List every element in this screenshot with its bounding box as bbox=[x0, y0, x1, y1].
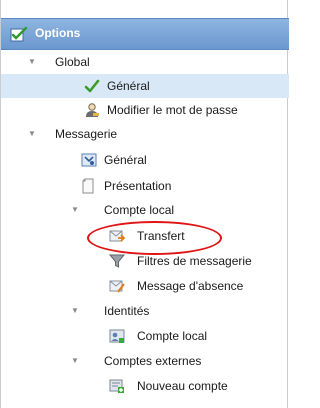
funnel-icon bbox=[109, 254, 125, 268]
tree-label-global: Global bbox=[55, 55, 90, 69]
tree-item-identite-compte-local[interactable]: Compte local bbox=[1, 324, 289, 348]
new-account-icon bbox=[109, 379, 124, 393]
tree-node-messagerie[interactable]: ▼ Messagerie bbox=[1, 122, 289, 146]
options-panel: Options ▼ Global Général Modifier le mot… bbox=[0, 0, 289, 408]
tree-label-presentation: Présentation bbox=[104, 179, 172, 193]
green-check-icon bbox=[84, 79, 100, 93]
expand-toggle-icon[interactable]: ▼ bbox=[70, 198, 80, 222]
user-key-icon bbox=[86, 103, 99, 117]
mail-absence-icon bbox=[109, 280, 125, 293]
tree-node-compte-local[interactable]: ▼ Compte local bbox=[1, 198, 289, 222]
tree-label-identite-compte-local: Compte local bbox=[137, 329, 208, 343]
expand-toggle-icon[interactable]: ▼ bbox=[27, 122, 37, 146]
tree-label-transfert: Transfert bbox=[137, 229, 185, 243]
tree-item-messagerie-general[interactable]: Général bbox=[1, 148, 289, 172]
tree-node-global[interactable]: ▼ Global bbox=[1, 50, 289, 74]
tree-item-absence[interactable]: Message d'absence bbox=[1, 274, 289, 298]
tree-label-filtres: Filtres de messagerie bbox=[137, 254, 252, 268]
tree-item-transfert[interactable]: Transfert bbox=[1, 224, 289, 248]
tree-label-absence: Message d'absence bbox=[137, 279, 244, 293]
tree-node-comptes-externes[interactable]: ▼ Comptes externes bbox=[1, 349, 289, 373]
tree-label-messagerie-general: Général bbox=[104, 153, 147, 167]
tree-label-messagerie: Messagerie bbox=[55, 127, 118, 141]
tree-label-comptes-externes: Comptes externes bbox=[104, 354, 202, 368]
tree-node-identites[interactable]: ▼ Identités bbox=[1, 299, 289, 323]
options-checkbox-icon bbox=[10, 26, 28, 42]
tree-item-password[interactable]: Modifier le mot de passe bbox=[1, 98, 289, 122]
tree-label-identites: Identités bbox=[104, 304, 150, 318]
tree-label-nouveau-compte: Nouveau compte bbox=[137, 379, 228, 393]
tree-item-presentation[interactable]: Présentation bbox=[1, 174, 289, 198]
tree-item-nouveau-compte[interactable]: Nouveau compte bbox=[1, 374, 289, 398]
page-icon bbox=[82, 178, 94, 194]
tree-label-password: Modifier le mot de passe bbox=[107, 103, 238, 117]
tree-item-filtres[interactable]: Filtres de messagerie bbox=[1, 249, 289, 273]
identity-card-icon bbox=[109, 329, 125, 343]
expand-toggle-icon[interactable]: ▼ bbox=[70, 349, 80, 373]
expand-toggle-icon[interactable]: ▼ bbox=[27, 50, 37, 74]
options-title: Options bbox=[35, 26, 81, 40]
tree-label-global-general: Général bbox=[107, 79, 150, 93]
tree-label-compte-local: Compte local bbox=[104, 203, 175, 217]
options-header: Options bbox=[1, 18, 289, 50]
mail-forward-icon bbox=[109, 230, 125, 242]
tree-item-global-general[interactable]: Général bbox=[1, 74, 289, 98]
expand-toggle-icon[interactable]: ▼ bbox=[70, 299, 80, 323]
mail-settings-icon bbox=[81, 153, 97, 167]
